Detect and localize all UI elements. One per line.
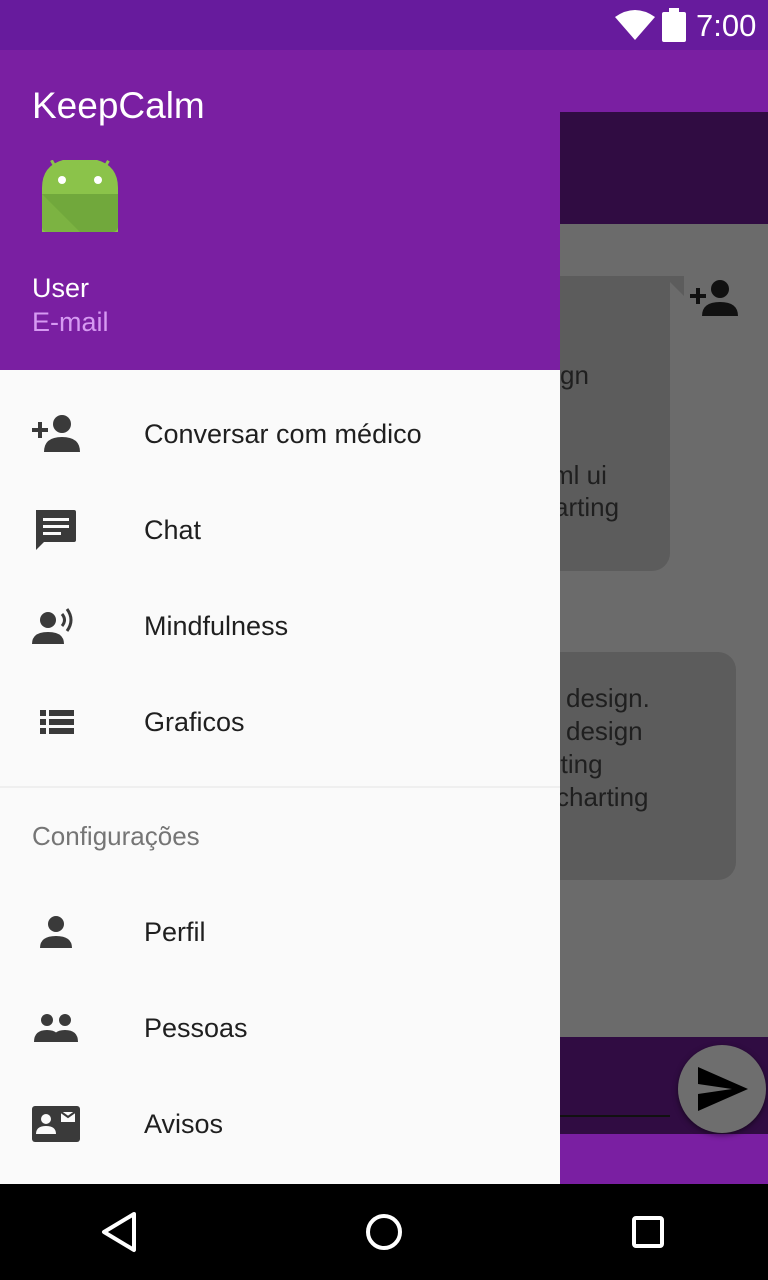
- message-text: arting: [554, 492, 620, 522]
- bubble-tail: [664, 276, 684, 296]
- add-person-icon: [32, 412, 80, 456]
- message-text: design: [566, 716, 643, 746]
- menu-item-conversar-com-medico[interactable]: Conversar com médico: [0, 386, 560, 482]
- add-person-icon[interactable]: [690, 278, 738, 323]
- message-text: gn: [560, 360, 589, 390]
- people-icon: [32, 1006, 80, 1050]
- back-button[interactable]: [100, 1210, 140, 1259]
- menu-item-perfil[interactable]: Perfil: [0, 884, 560, 980]
- list-icon: [32, 700, 80, 744]
- app-title: KeepCalm: [32, 85, 205, 126]
- status-bar: 7:00: [0, 0, 768, 50]
- menu-item-mindfulness[interactable]: Mindfulness: [0, 578, 560, 674]
- battery-icon: [662, 8, 686, 47]
- person-icon: [32, 910, 80, 954]
- message-text: design.: [566, 683, 650, 713]
- input-underline: [560, 1115, 670, 1117]
- record-voice-icon: [32, 604, 80, 648]
- divider: [0, 786, 560, 788]
- drawer-header: KeepCalm User E-mail: [0, 50, 560, 370]
- menu-item-label: Avisos: [144, 1109, 224, 1139]
- menu-item-label: Chat: [144, 515, 202, 545]
- message-text: ml ui: [552, 460, 607, 490]
- menu-item-chat[interactable]: Chat: [0, 482, 560, 578]
- menu-item-label: Graficos: [144, 707, 245, 737]
- send-icon: [698, 1067, 748, 1111]
- android-avatar-icon: [40, 158, 120, 239]
- chat-icon: [32, 508, 80, 552]
- user-email: E-mail: [32, 307, 109, 337]
- menu-item-avisos[interactable]: Avisos: [0, 1076, 560, 1172]
- message-text: charting: [556, 782, 649, 812]
- home-button[interactable]: [364, 1210, 404, 1259]
- user-name: User: [32, 273, 90, 303]
- section-header-configuracoes: Configurações: [32, 821, 200, 851]
- menu-item-label: Conversar com médico: [144, 419, 422, 449]
- navigation-drawer: KeepCalm User E-mail Conversar com médic…: [0, 50, 560, 1184]
- menu-item-label: Pessoas: [144, 1013, 248, 1043]
- menu-item-label: Mindfulness: [144, 611, 289, 641]
- recents-button[interactable]: [628, 1210, 668, 1259]
- wifi-icon: [614, 9, 656, 46]
- send-button[interactable]: [678, 1045, 766, 1133]
- status-time: 7:00: [696, 8, 757, 43]
- menu-item-graficos[interactable]: Graficos: [0, 674, 560, 770]
- menu-item-label: Perfil: [144, 917, 206, 947]
- menu-item-pessoas[interactable]: Pessoas: [0, 980, 560, 1076]
- contact-mail-icon: [32, 1102, 80, 1146]
- system-nav-bar: [0, 1184, 768, 1280]
